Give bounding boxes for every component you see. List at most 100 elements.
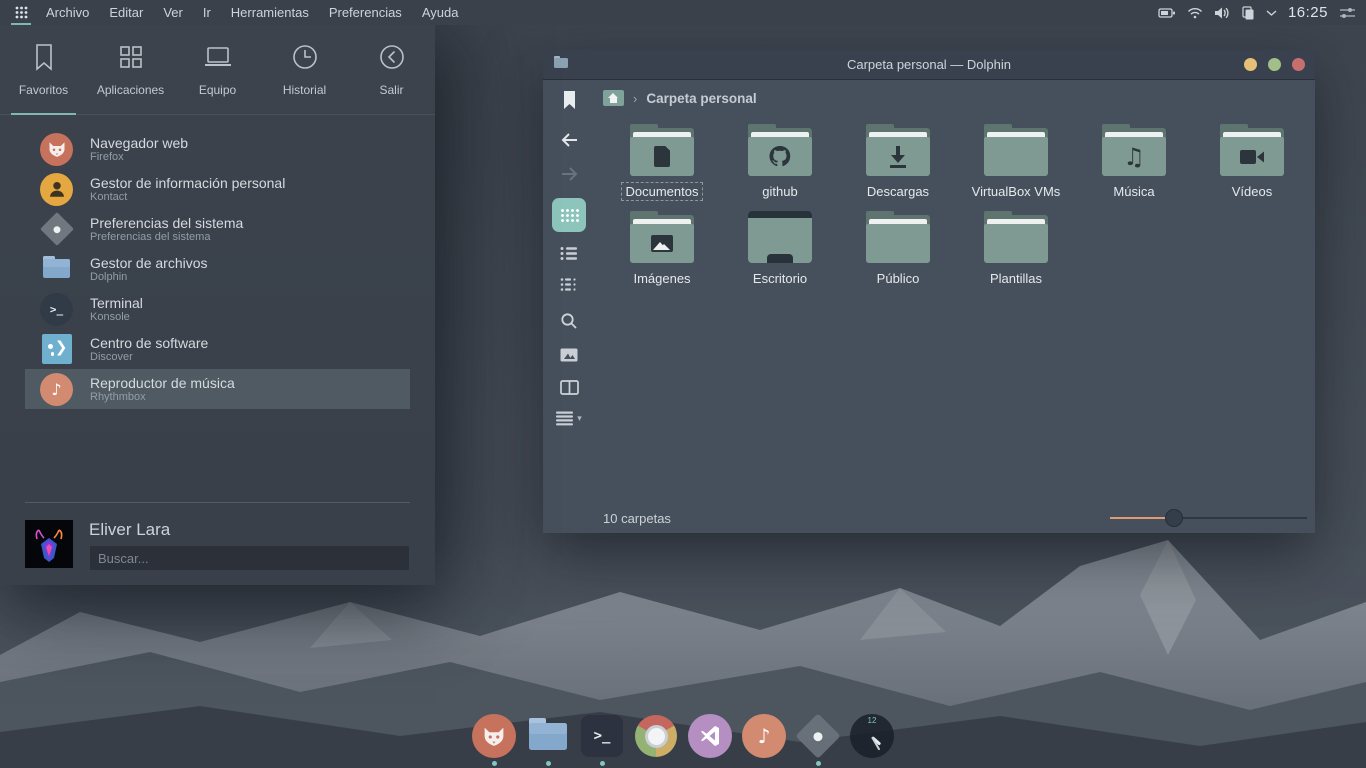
places-bookmark-icon[interactable] [562, 90, 577, 110]
folder-descargas[interactable]: Descargas [839, 124, 957, 201]
folder-label: Público [872, 269, 925, 288]
github-octocat-icon [767, 144, 793, 169]
zoom-slider-handle[interactable] [1165, 509, 1183, 527]
menu-ayuda[interactable]: Ayuda [422, 5, 459, 20]
discover-icon: ❯ [42, 334, 72, 364]
folder-videos[interactable]: Vídeos [1193, 124, 1311, 201]
clock-icon: 12 [850, 714, 894, 758]
window-titlebar[interactable]: Carpeta personal — Dolphin [543, 50, 1315, 80]
running-indicator [600, 761, 605, 766]
folder-imagenes[interactable]: Imágenes [603, 211, 721, 288]
tray-expander-chevron-icon[interactable] [1266, 9, 1277, 17]
folder-icon [526, 714, 570, 759]
dock-item-firefox[interactable] [471, 714, 517, 766]
running-indicator [546, 761, 551, 766]
folder-github[interactable]: github [721, 124, 839, 201]
back-button[interactable] [560, 132, 579, 148]
folder-label: Música [1108, 182, 1159, 201]
user-name: Eliver Lara [89, 520, 410, 540]
image-glyph-icon [651, 235, 673, 252]
folder-label: VirtualBox VMs [967, 182, 1066, 201]
minimize-button[interactable] [1244, 58, 1257, 71]
kontact-icon [40, 173, 73, 206]
chrome-icon [635, 715, 677, 757]
menu-archivo[interactable]: Archivo [46, 5, 89, 20]
document-glyph-icon [654, 146, 670, 167]
dolphin-statusbar: 10 carpetas [543, 503, 1315, 533]
menu-preferencias[interactable]: Preferencias [329, 5, 402, 20]
app-item-konsole[interactable]: >_ Terminal Konsole [25, 289, 410, 329]
tune-sliders-icon[interactable] [1339, 6, 1356, 20]
launcher-tab-bar: Favoritos Aplicaciones Equipo Historial … [0, 25, 435, 115]
avatar [25, 520, 73, 568]
clock-text[interactable]: 16:25 [1288, 4, 1328, 21]
menu-ver[interactable]: Ver [163, 5, 183, 20]
breadcrumb-location[interactable]: Carpeta personal [646, 91, 756, 106]
dock-item-chrome[interactable] [633, 714, 679, 766]
dock: >_ ♪ 12 [471, 714, 895, 768]
split-view-button[interactable] [560, 380, 579, 395]
dock-item-clock[interactable]: 12 [849, 714, 895, 766]
dolphin-folder-icon [40, 252, 73, 287]
firefox-icon [472, 714, 516, 758]
tab-label: Historial [283, 83, 326, 97]
folder-plantillas[interactable]: Plantillas [957, 211, 1075, 288]
menu-caret-icon: ▾ [577, 413, 582, 424]
folder-icon [630, 124, 694, 176]
battery-icon[interactable] [1158, 6, 1176, 20]
folder-virtualbox-vms[interactable]: VirtualBox VMs [957, 124, 1075, 201]
dolphin-window: Carpeta personal — Dolphin [543, 50, 1315, 533]
user-area: Eliver Lara [25, 520, 410, 571]
dock-item-vscode[interactable] [687, 714, 733, 766]
search-button[interactable] [560, 312, 578, 330]
tab-historial[interactable]: Historial [261, 25, 348, 114]
folder-documentos[interactable]: Documentos [603, 124, 721, 201]
maximize-button[interactable] [1268, 58, 1281, 71]
app-subtitle: Kontact [90, 191, 285, 204]
list-view-button[interactable] [560, 246, 578, 261]
vscode-icon [688, 714, 732, 758]
folder-icon [748, 124, 812, 176]
tab-favoritos[interactable]: Favoritos [0, 25, 87, 114]
menu-ir[interactable]: Ir [203, 5, 211, 20]
app-item-dolphin[interactable]: Gestor de archivos Dolphin [25, 249, 410, 289]
dock-item-file-manager[interactable] [525, 714, 571, 766]
app-title: Gestor de información personal [90, 175, 285, 191]
folder-label: Escritorio [748, 269, 812, 288]
music-glyph-icon: ♫ [1123, 145, 1145, 169]
dock-item-terminal[interactable]: >_ [579, 714, 625, 766]
app-item-system-settings[interactable]: Preferencias del sistema Preferencias de… [25, 209, 410, 249]
forward-button[interactable] [560, 166, 579, 182]
menu-herramientas[interactable]: Herramientas [231, 5, 309, 20]
preview-button[interactable] [560, 348, 578, 362]
tab-salir[interactable]: Salir [348, 25, 435, 114]
icons-view-button[interactable] [552, 198, 586, 232]
volume-icon[interactable] [1214, 6, 1230, 20]
dock-item-rhythmbox[interactable]: ♪ [741, 714, 787, 766]
app-item-rhythmbox[interactable]: ♪ Reproductor de música Rhythmbox [25, 369, 410, 409]
folder-icon [984, 211, 1048, 263]
search-input[interactable] [89, 545, 410, 571]
app-item-discover[interactable]: ❯ Centro de software Discover [25, 329, 410, 369]
hamburger-menu-button[interactable]: ▾ [556, 411, 582, 426]
tab-aplicaciones[interactable]: Aplicaciones [87, 25, 174, 114]
clipboard-icon[interactable] [1241, 6, 1255, 20]
close-button[interactable] [1292, 58, 1305, 71]
bookmark-icon [32, 43, 56, 74]
wifi-icon[interactable] [1187, 6, 1203, 19]
tab-equipo[interactable]: Equipo [174, 25, 261, 114]
folder-publico[interactable]: Público [839, 211, 957, 288]
menu-editar[interactable]: Editar [109, 5, 143, 20]
rhythmbox-icon: ♪ [40, 373, 73, 406]
app-item-kontact[interactable]: Gestor de información personal Kontact [25, 169, 410, 209]
folder-escritorio[interactable]: Escritorio [721, 211, 839, 288]
folder-grid: Documentos github Descargas Virtual [595, 116, 1315, 288]
zoom-slider[interactable] [1110, 509, 1307, 527]
app-subtitle: Firefox [90, 151, 188, 164]
home-folder-icon[interactable] [603, 90, 624, 106]
app-launcher-icon[interactable] [10, 0, 32, 25]
app-item-firefox[interactable]: Navegador web Firefox [25, 129, 410, 169]
dock-item-system-settings[interactable] [795, 714, 841, 766]
details-view-button[interactable] [560, 277, 578, 292]
folder-musica[interactable]: ♫ Música [1075, 124, 1193, 201]
